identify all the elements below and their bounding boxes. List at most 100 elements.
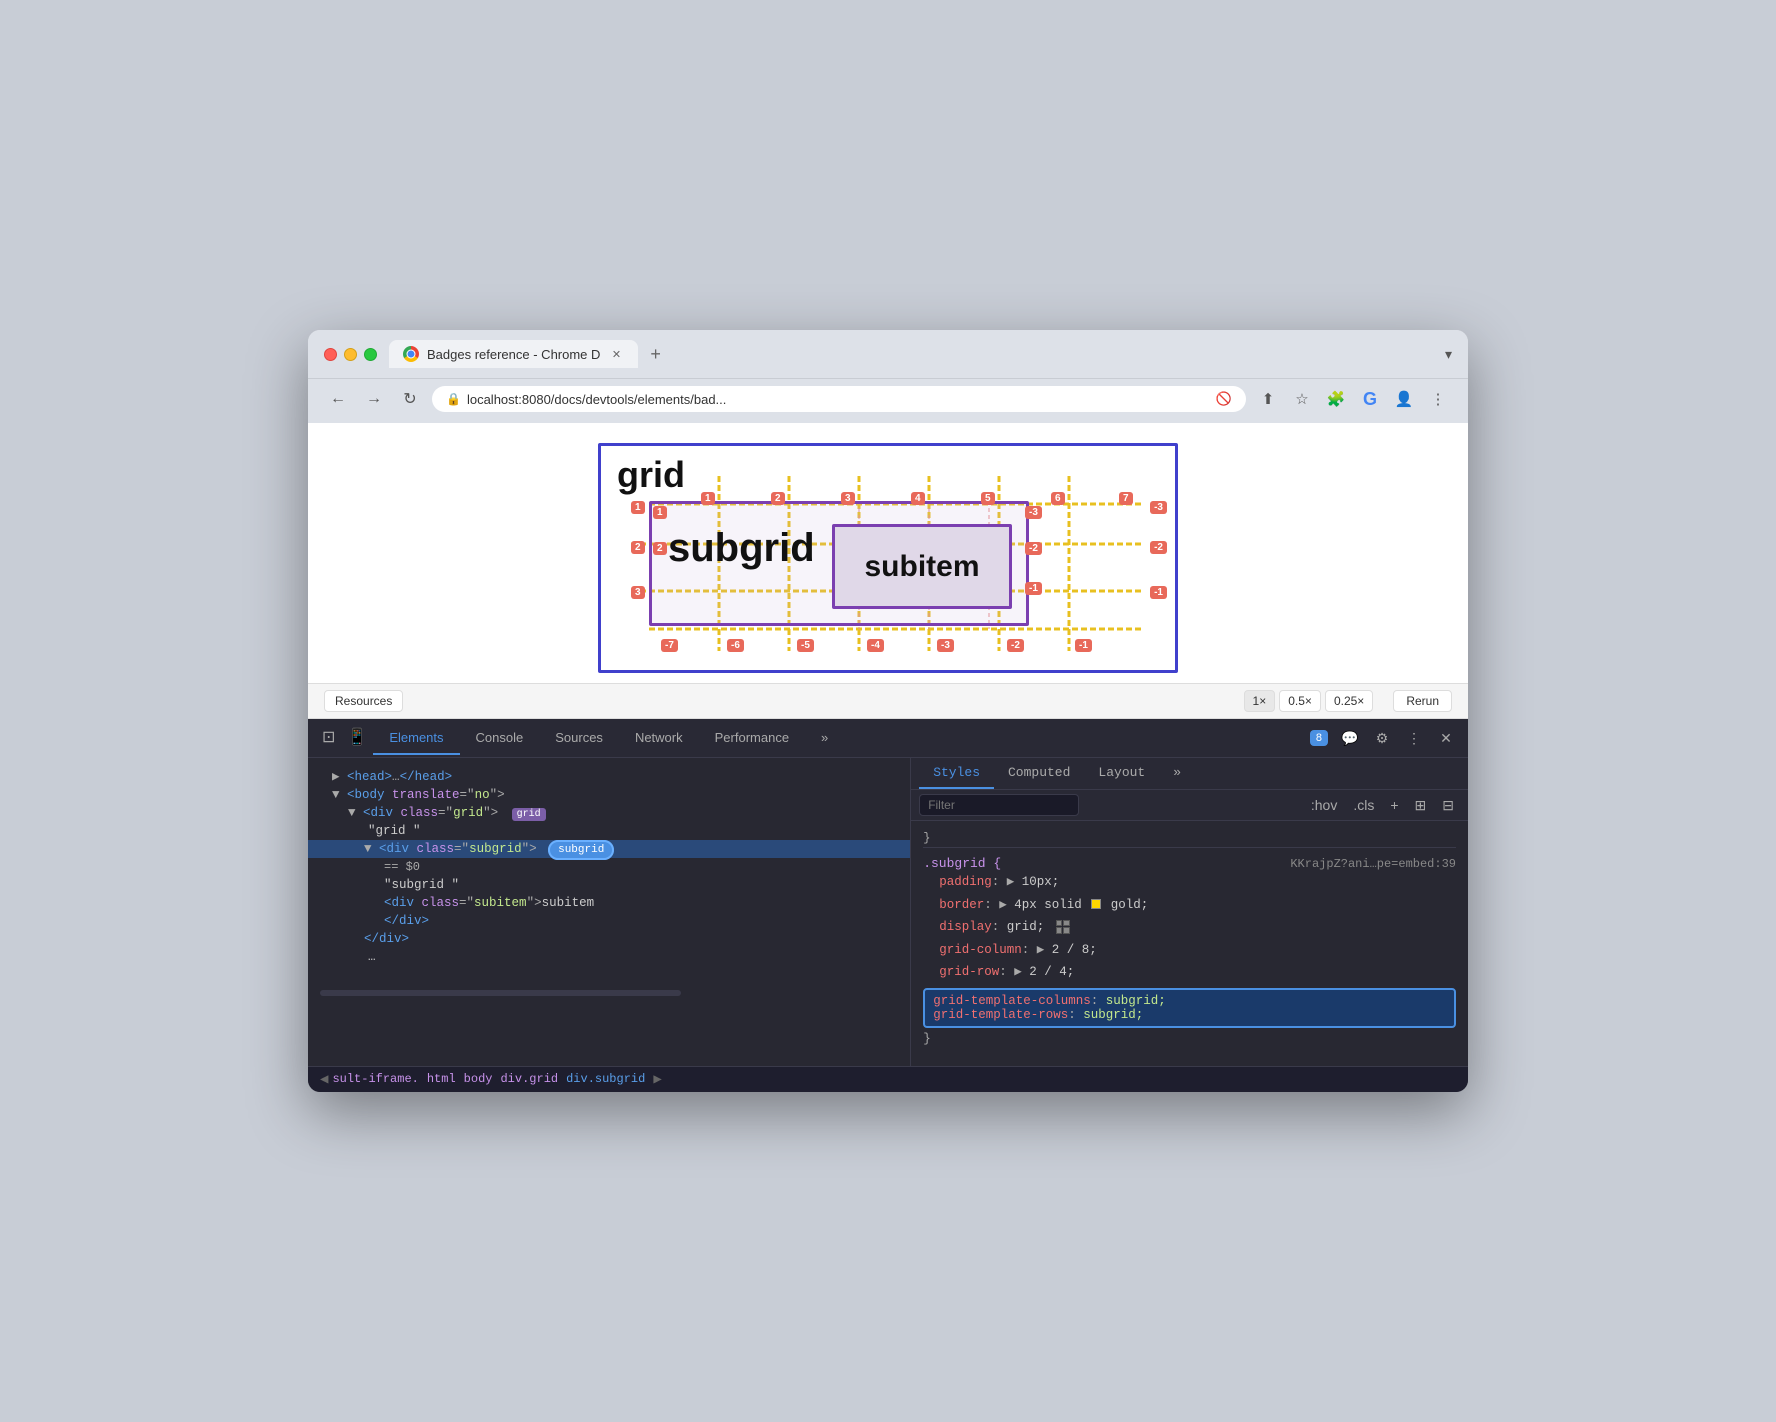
zoom-1x-button[interactable]: 1× [1244, 690, 1276, 712]
devtools-inspect-icon[interactable]: ⊡ [316, 719, 341, 757]
grid-badge-rrow-3: -3 [1150, 501, 1167, 514]
tab-performance[interactable]: Performance [699, 722, 805, 755]
forward-button[interactable]: → [360, 385, 388, 413]
hov-button[interactable]: :hov [1305, 795, 1343, 816]
breadcrumb-body[interactable]: body [464, 1072, 493, 1086]
eyeslash-icon: 🚫 [1216, 391, 1232, 407]
tab-styles-more[interactable]: » [1159, 758, 1195, 789]
color-swatch-gold[interactable] [1091, 899, 1101, 909]
devtools-chat-icon[interactable]: 💬 [1336, 724, 1364, 752]
maximize-button[interactable] [364, 348, 377, 361]
css-selector: .subgrid { [923, 856, 1001, 871]
tab-network[interactable]: Network [619, 722, 699, 755]
css-prop-grid-column[interactable]: grid-column: ▶ 2 / 8; [923, 939, 1456, 962]
profile-icon[interactable]: 👤 [1390, 385, 1418, 413]
subgrid-badge-r1: -1 [1025, 582, 1042, 595]
menu-icon[interactable]: ⋮ [1424, 385, 1452, 413]
tab-layout[interactable]: Layout [1084, 758, 1159, 789]
devtools-icons: 8 💬 ⚙ ⋮ ✕ [1310, 724, 1460, 752]
subgrid-badge-1: 1 [653, 506, 667, 519]
breadcrumb-div-grid[interactable]: div.grid [500, 1072, 558, 1086]
elements-line-ellipsis[interactable]: … [308, 948, 910, 966]
new-tab-button[interactable]: + [642, 344, 669, 365]
traffic-lights [324, 348, 377, 361]
css-prop-grid-row[interactable]: grid-row: ▶ 2 / 4; [923, 961, 1456, 984]
devtools-close-icon[interactable]: ✕ [1432, 724, 1460, 752]
grid-display-icon[interactable] [1056, 920, 1070, 934]
sidebar-style-button[interactable]: ⊟ [1436, 795, 1460, 816]
elements-line-body[interactable]: ▼ <body translate="no"> [308, 786, 910, 804]
browser-window: Badges reference - Chrome D ✕ + ▾ ← → ↻ … [308, 330, 1468, 1092]
cls-button[interactable]: .cls [1347, 795, 1380, 816]
css-prop-grid-template-rows[interactable]: grid-template-rows: subgrid; [933, 1008, 1446, 1022]
devtools-header: ⊡ 📱 Elements Console Sources Network Per… [308, 719, 1468, 758]
css-source[interactable]: KKrajpZ?ani…pe=embed:39 [1290, 857, 1456, 871]
devtools-device-icon[interactable]: 📱 [341, 719, 373, 757]
elements-panel[interactable]: ▶ <head>…</head> ▼ <body translate="no">… [308, 758, 911, 1066]
elements-line-text-subgrid[interactable]: "subgrid " [308, 876, 910, 894]
share-icon[interactable]: ⬆ [1254, 385, 1282, 413]
toggle-element-button[interactable]: ⊞ [1409, 795, 1433, 816]
active-tab[interactable]: Badges reference - Chrome D ✕ [389, 340, 638, 368]
grid-label: grid [617, 454, 685, 496]
elements-line-head[interactable]: ▶ <head>…</head> [308, 766, 910, 786]
refresh-button[interactable]: ↻ [396, 385, 424, 413]
breadcrumb-html[interactable]: html [427, 1072, 456, 1086]
tab-styles[interactable]: Styles [919, 758, 994, 789]
google-icon[interactable]: G [1356, 385, 1384, 413]
tab-close-button[interactable]: ✕ [608, 346, 624, 362]
breadcrumb-forward-arrow[interactable]: ▶ [653, 1071, 661, 1088]
breadcrumb-back-arrow[interactable]: ◀ [320, 1071, 328, 1088]
chrome-icon [403, 346, 419, 362]
close-button[interactable] [324, 348, 337, 361]
subgrid-text: subgrid [668, 526, 815, 571]
grid-badge-neg6: -6 [727, 639, 744, 652]
grid-badge-element[interactable]: grid [512, 808, 546, 821]
rerun-button[interactable]: Rerun [1393, 690, 1452, 712]
elements-scrollbar[interactable] [320, 990, 681, 996]
styles-panel: Styles Computed Layout » :hov .cls + ⊞ ⊟ [911, 758, 1468, 1066]
css-prop-grid-template-columns[interactable]: grid-template-columns: subgrid; [933, 994, 1446, 1008]
minimize-button[interactable] [344, 348, 357, 361]
resources-button[interactable]: Resources [324, 690, 403, 712]
devtools-menu-icon[interactable]: ⋮ [1400, 724, 1428, 752]
styles-content: } .subgrid { KKrajpZ?ani…pe=embed:39 pad… [911, 821, 1468, 1066]
css-rule-header: .subgrid { KKrajpZ?ani…pe=embed:39 [923, 856, 1456, 871]
tab-more[interactable]: » [805, 722, 844, 755]
elements-line-div-subgrid[interactable]: ▼ <div class="subgrid"> subgrid [308, 840, 910, 858]
add-style-button[interactable]: + [1384, 795, 1404, 816]
bookmark-icon[interactable]: ☆ [1288, 385, 1316, 413]
extensions-icon[interactable]: 🧩 [1322, 385, 1350, 413]
grid-badge-row1: 1 [631, 501, 645, 514]
grid-badge-rrow-2: -2 [1150, 541, 1167, 554]
devtools-settings-icon[interactable]: ⚙ [1368, 724, 1396, 752]
tab-sources[interactable]: Sources [539, 722, 619, 755]
elements-line-div-grid[interactable]: ▼ <div class="grid"> grid [308, 804, 910, 822]
breadcrumb-iframe[interactable]: sult-iframe. [332, 1072, 418, 1086]
elements-line-text-grid[interactable]: "grid " [308, 822, 910, 840]
css-prop-border[interactable]: border: ▶ 4px solid gold; [923, 894, 1456, 917]
zoom-05x-button[interactable]: 0.5× [1279, 690, 1321, 712]
css-prop-padding[interactable]: padding: ▶ 10px; [923, 871, 1456, 894]
css-prop-display[interactable]: display: grid; [923, 916, 1456, 939]
toolbar-icons: ⬆ ☆ 🧩 G 👤 ⋮ [1254, 385, 1452, 413]
address-input[interactable]: 🔒 localhost:8080/docs/devtools/elements/… [432, 386, 1246, 412]
tab-elements[interactable]: Elements [373, 722, 459, 755]
back-button[interactable]: ← [324, 385, 352, 413]
styles-toolbar-buttons: :hov .cls + ⊞ ⊟ [1305, 795, 1460, 816]
zoom-controls: 1× 0.5× 0.25× [1244, 690, 1374, 712]
grid-badge-neg1: -1 [1075, 639, 1092, 652]
zoom-025x-button[interactable]: 0.25× [1325, 690, 1373, 712]
tab-bar: Badges reference - Chrome D ✕ + [389, 340, 1433, 368]
elements-line-div-subgrid-close[interactable]: </div> [308, 930, 910, 948]
styles-filter-input[interactable] [919, 794, 1079, 816]
chevron-down-icon[interactable]: ▾ [1445, 346, 1452, 363]
tab-console[interactable]: Console [460, 722, 540, 755]
elements-line-div-subitem-close[interactable]: </div> [308, 912, 910, 930]
title-bar: Badges reference - Chrome D ✕ + ▾ [308, 330, 1468, 379]
elements-line-div-subitem[interactable]: <div class="subitem">subitem [308, 894, 910, 912]
breadcrumb-div-subgrid[interactable]: div.subgrid [566, 1072, 645, 1086]
subgrid-badge-element[interactable]: subgrid [548, 840, 614, 860]
tab-computed[interactable]: Computed [994, 758, 1084, 789]
message-badge: 8 [1310, 730, 1328, 746]
